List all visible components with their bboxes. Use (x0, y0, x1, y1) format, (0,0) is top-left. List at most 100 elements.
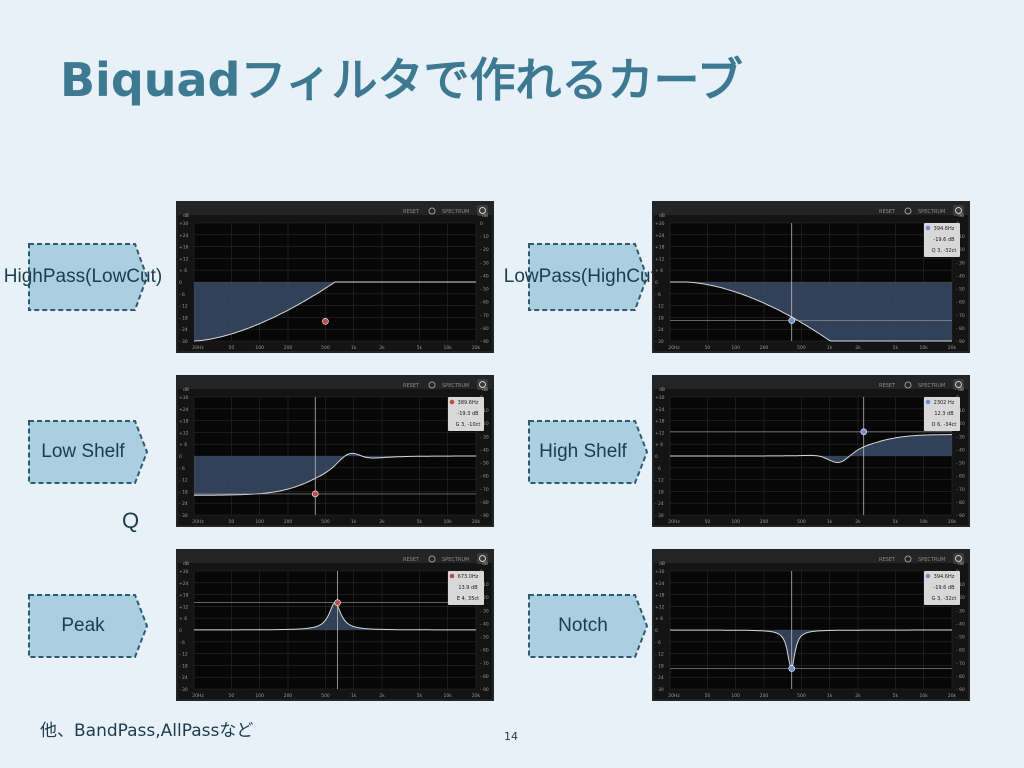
tag-label-line: (LowCut) (85, 266, 163, 287)
db-tick-label: +24 (655, 407, 665, 413)
spectrum-tick-label: - 50 (956, 287, 965, 293)
freq-tick-label: 5k (893, 519, 899, 525)
spectrum-tick-label: - 30 (956, 260, 965, 266)
freq-tick-label: 2k (855, 345, 861, 351)
spectrum-tick-label: - 80 (480, 326, 489, 332)
spectrum-tick-label: - 30 (480, 608, 489, 614)
spectrum-button[interactable]: SPECTRUM (918, 383, 945, 389)
spectrum-tick-label: - 20 (480, 247, 489, 253)
spectrum-button[interactable]: SPECTRUM (442, 557, 469, 563)
freq-tick-label: 50 (705, 519, 711, 525)
readout-line: G 3, -32ct (932, 596, 957, 602)
filter-node[interactable] (334, 599, 341, 606)
db-tick-label: +30 (655, 221, 665, 227)
freq-tick-label: 1k (827, 345, 833, 351)
eq-display: RESET SPECTRUM +30 +24 +18 +12 + 6 0 - 6 - 12 - 18… (176, 549, 494, 701)
db-tick-label: +24 (179, 581, 189, 587)
reset-button[interactable]: RESET (879, 557, 896, 563)
readout-line: 673.0Hz (458, 574, 479, 580)
spectrum-tick-label: - 30 (956, 608, 965, 614)
filter-node[interactable] (788, 665, 796, 672)
readout-line: D 6, -34ct (932, 422, 957, 428)
eq-panel-highshelf[interactable]: RESET SPECTRUM +30 +24 +18 +12 + 6 0 - 6 - 12 - 18… (652, 375, 970, 527)
db-unit-label: dB (183, 213, 189, 219)
filter-node[interactable] (311, 490, 319, 498)
freq-tick-label: 20k (472, 693, 481, 699)
filter-node[interactable] (322, 318, 329, 325)
freq-tick-label: 20k (472, 345, 481, 351)
slide-title: Biquadフィルタで作れるカーブ (60, 53, 743, 107)
freq-tick-label: 500 (321, 693, 330, 699)
db-tick-label: + 6 (179, 616, 187, 622)
freq-tick-label: 20k (948, 693, 957, 699)
readout-color-dot (925, 225, 931, 231)
db-tick-label: - 30 (179, 339, 188, 345)
freq-tick-label: 20Hz (668, 693, 680, 699)
freq-tick-label: 50 (229, 693, 235, 699)
freq-tick-label: 20Hz (192, 693, 204, 699)
spectrum-tick-label: - 60 (956, 474, 965, 480)
eq-display: RESET SPECTRUM +30 +24 +18 +12 + 6 0 - 6 - 12 - 18… (176, 375, 494, 527)
spectrum-button[interactable]: SPECTRUM (918, 209, 945, 215)
freq-tick-label: 100 (731, 693, 740, 699)
spectrum-tick-label: - 40 (480, 273, 489, 279)
eq-display: RESET SPECTRUM +30 +24 +18 +12 + 6 0 - 6 - 12 - 18… (652, 375, 970, 527)
readout-line: -19.6 dB (933, 585, 955, 591)
eq-panel-lowpass[interactable]: RESET SPECTRUM +30 +24 +18 +12 + 6 0 - 6 - 12 - 18… (652, 201, 970, 353)
freq-tick-label: 20Hz (192, 519, 204, 525)
tag-label-line: (HighCut) (580, 266, 663, 287)
reset-button[interactable]: RESET (403, 209, 420, 215)
eq-panel-lowshelf[interactable]: RESET SPECTRUM +30 +24 +18 +12 + 6 0 - 6 - 12 - 18… (176, 375, 494, 527)
db-tick-label: - 12 (179, 304, 188, 310)
freq-tick-label: 200 (284, 693, 293, 699)
q-label: Q (122, 508, 140, 533)
spectrum-button[interactable]: SPECTRUM (442, 209, 469, 215)
freq-tick-label: 1k (827, 519, 833, 525)
db-unit-label-right: dB (958, 387, 964, 393)
db-tick-label: - 24 (179, 327, 188, 333)
freq-tick-label: 2k (855, 693, 861, 699)
eq-panel-highpass[interactable]: RESET SPECTRUM +30 +24 +18 +12 + 6 0 - 6 - 12 - 18… (176, 201, 494, 353)
db-tick-label: - 6 (179, 292, 185, 298)
freq-tick-label: 10k (920, 519, 929, 525)
db-tick-label: +12 (655, 256, 665, 262)
readout-line: Q 3, -32ct (932, 248, 957, 254)
reset-button[interactable]: RESET (879, 209, 896, 215)
eq-display: RESET SPECTRUM +30 +24 +18 +12 + 6 0 - 6 - 12 - 18… (652, 549, 970, 701)
freq-tick-label: 100 (731, 345, 740, 351)
spectrum-tick-label: - 50 (480, 461, 489, 467)
freq-tick-label: 10k (920, 345, 929, 351)
tag-label-line: HighPass (3, 266, 86, 287)
filter-node[interactable] (860, 428, 868, 436)
freq-tick-label: 200 (284, 345, 293, 351)
db-tick-label: +30 (179, 569, 189, 575)
freq-tick-label: 200 (760, 519, 769, 525)
db-tick-label: - 24 (655, 501, 664, 507)
readout-line: 13.9 dB (458, 585, 478, 591)
eq-panel-peak[interactable]: RESET SPECTRUM +30 +24 +18 +12 + 6 0 - 6 - 12 - 18… (176, 549, 494, 701)
spectrum-button[interactable]: SPECTRUM (442, 383, 469, 389)
freq-tick-label: 10k (444, 345, 453, 351)
filter-node[interactable] (788, 317, 796, 324)
freq-tick-label: 100 (255, 519, 264, 525)
tag-label: LowPass (HighCut) (504, 242, 662, 312)
spectrum-tick-label: - 10 (480, 234, 489, 240)
spectrum-tick-label: - 90 (480, 339, 489, 345)
readout-line: 12.3 dB (934, 411, 954, 417)
db-unit-label: dB (659, 561, 665, 567)
reset-button[interactable]: RESET (879, 383, 896, 389)
eq-panel-notch[interactable]: RESET SPECTRUM +30 +24 +18 +12 + 6 0 - 6 - 12 - 18… (652, 549, 970, 701)
db-unit-label-right: dB (482, 387, 488, 393)
db-unit-label: dB (183, 387, 189, 393)
db-tick-label: +30 (655, 569, 665, 575)
db-tick-label: - 18 (179, 489, 188, 495)
freq-tick-label: 500 (797, 345, 806, 351)
readout-line: E 4, 35ct (457, 596, 479, 602)
freq-tick-label: 20Hz (668, 519, 680, 525)
spectrum-tick-label: - 30 (956, 434, 965, 440)
db-tick-label: +18 (179, 419, 189, 425)
reset-button[interactable]: RESET (403, 557, 420, 563)
tag-highshelf: High Shelf (527, 419, 649, 485)
spectrum-button[interactable]: SPECTRUM (918, 557, 945, 563)
reset-button[interactable]: RESET (403, 383, 420, 389)
